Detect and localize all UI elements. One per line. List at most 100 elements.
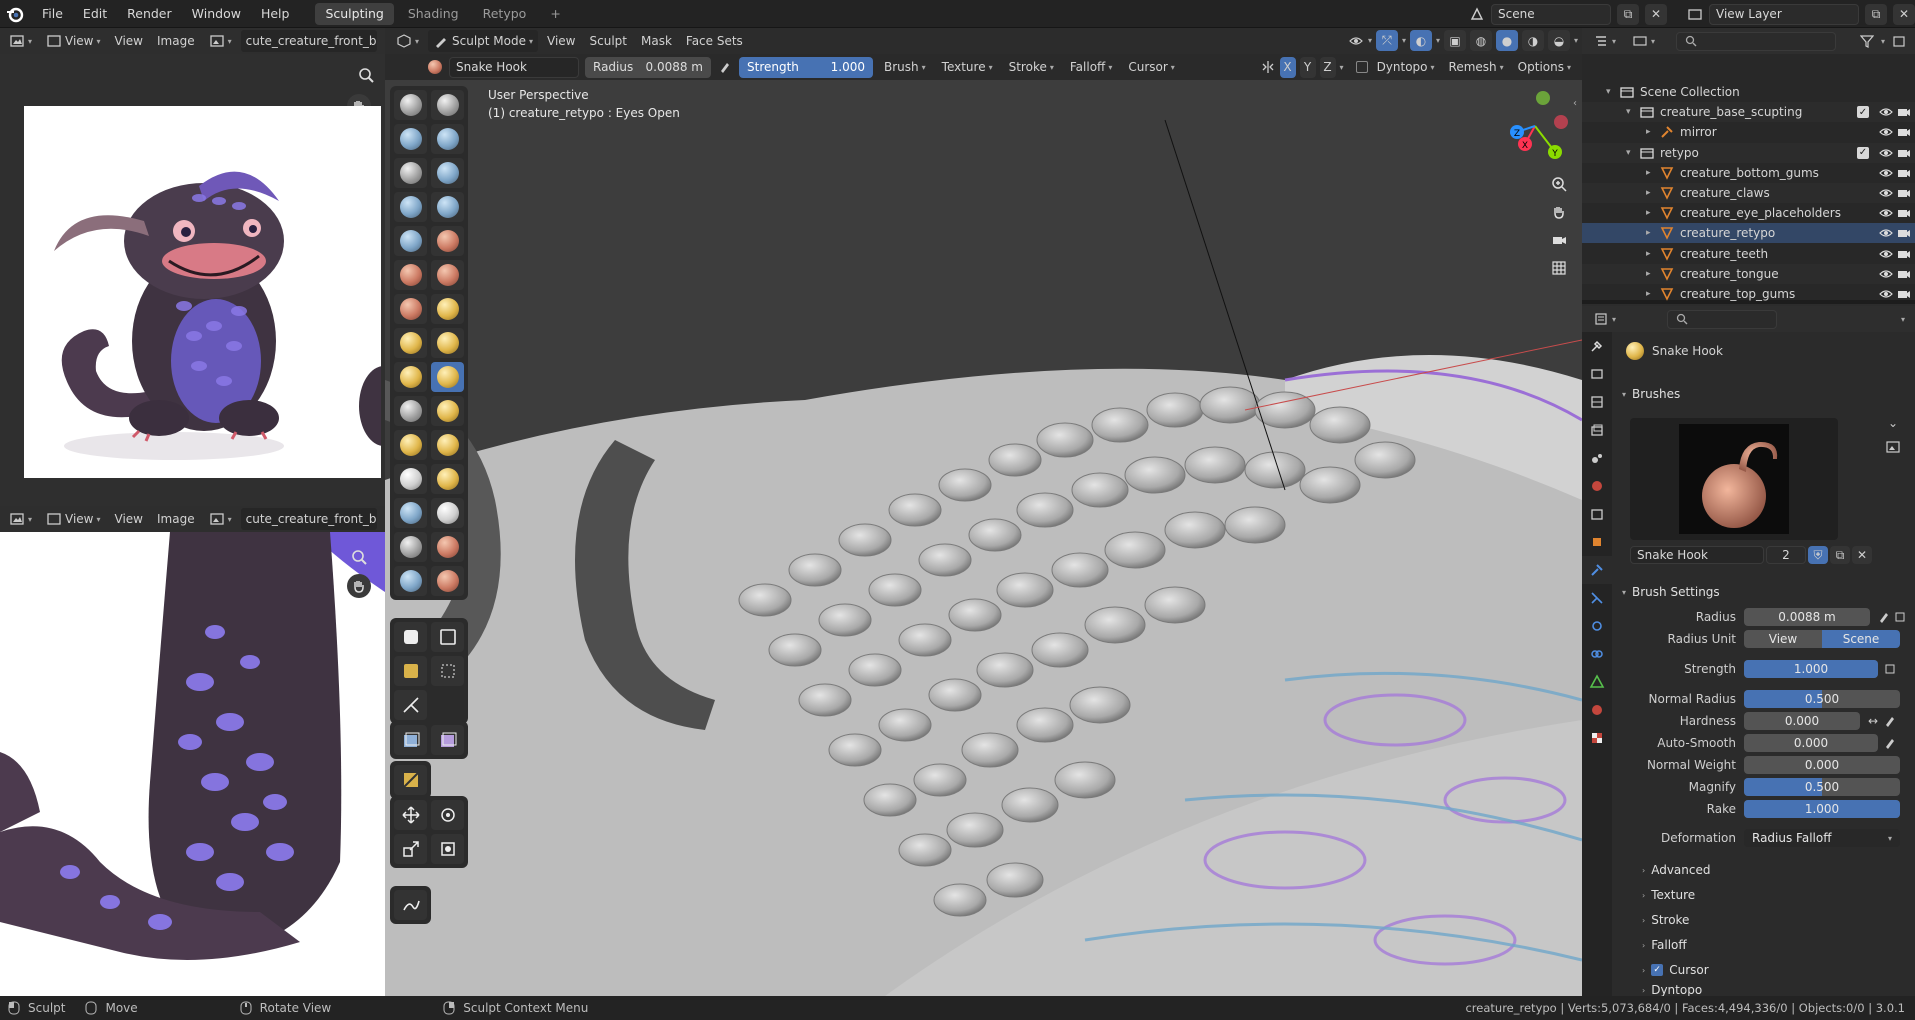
brush-name-field[interactable]: Snake Hook	[449, 56, 579, 78]
collection-tab-icon[interactable]	[1582, 500, 1612, 528]
editor-type-button-bottom[interactable]: ▾	[4, 508, 37, 530]
brush-settings-panel-header[interactable]: ▾ Brush Settings	[1622, 580, 1910, 604]
scrape-brush-tool[interactable]	[394, 294, 427, 324]
visibility-eye-icon[interactable]	[1879, 105, 1893, 119]
visibility-eye-icon[interactable]	[1879, 166, 1893, 180]
falloff-subpanel[interactable]: › Falloff	[1642, 933, 1915, 957]
material-tab-icon[interactable]	[1582, 696, 1612, 724]
expand-arrow-icon[interactable]: ▾	[1606, 87, 1611, 97]
elastic-deform-brush-tool[interactable]	[394, 362, 427, 392]
box-face-set-tool[interactable]	[394, 656, 427, 686]
properties-editor-type[interactable]: ▾	[1588, 308, 1621, 330]
rendered-shading-icon[interactable]: ◒	[1547, 30, 1570, 51]
add-workspace-button[interactable]: +	[540, 3, 570, 25]
draw-face-sets-brush-tool[interactable]	[431, 532, 464, 562]
visibility-eye-icon[interactable]	[1879, 146, 1893, 160]
visibility-eye-icon[interactable]	[1879, 226, 1893, 240]
hardness-pressure-icon[interactable]	[1882, 713, 1898, 729]
advanced-subpanel[interactable]: › Advanced	[1642, 858, 1915, 882]
physics-tab-icon[interactable]	[1582, 612, 1612, 640]
render-camera-icon[interactable]	[1897, 267, 1911, 281]
view-layer-tab-icon[interactable]	[1582, 416, 1612, 444]
outliner-row[interactable]: ▾ creature_base_scupting ✓	[1582, 102, 1915, 123]
fake-user-icon[interactable]: ⛨	[1808, 546, 1828, 564]
normal-radius-slider[interactable]: 0.500	[1744, 690, 1900, 708]
xray-toggle-icon[interactable]: ▣	[1443, 30, 1466, 51]
radius-unit-view-button[interactable]: View	[1744, 630, 1822, 648]
outliner-search-input[interactable]	[1676, 31, 1837, 51]
collection-checkbox[interactable]: ✓	[1857, 106, 1869, 119]
strength-prop-slider[interactable]: 1.000	[1744, 660, 1878, 678]
brush-list-toggle[interactable]: ⌄	[1888, 416, 1898, 430]
expand-arrow-icon[interactable]: ▾	[1626, 107, 1631, 117]
delete-scene-button[interactable]: ✕	[1645, 3, 1667, 25]
menu-sculpt[interactable]: Sculpt	[585, 30, 632, 52]
constraints-tab-icon[interactable]	[1582, 640, 1612, 668]
menu-view-3d[interactable]: View	[542, 30, 580, 52]
tab-sculpting[interactable]: Sculpting	[315, 2, 394, 25]
output-tab-icon[interactable]	[1582, 388, 1612, 416]
render-camera-icon[interactable]	[1897, 247, 1911, 261]
expand-arrow-icon[interactable]: ▸	[1646, 269, 1651, 279]
mirror-x-toggle[interactable]: X	[1279, 56, 1296, 78]
scene-icon[interactable]	[1469, 6, 1485, 22]
dyntopo-dropdown[interactable]: Dyntopo ▾	[1372, 56, 1440, 78]
box-mask-tool[interactable]	[394, 622, 427, 652]
rotate-tool[interactable]	[431, 800, 464, 830]
magnify-slider[interactable]: 0.500	[1744, 778, 1900, 796]
draw-brush-tool[interactable]	[394, 90, 427, 120]
filter-icon[interactable]	[1859, 33, 1875, 49]
expand-arrow-icon[interactable]: ▸	[1646, 228, 1651, 238]
render-camera-icon[interactable]	[1897, 186, 1911, 200]
menu-help[interactable]: Help	[251, 0, 300, 28]
brush-preview[interactable]	[1630, 418, 1838, 540]
strength-slider[interactable]: Strength 1.000	[739, 56, 873, 78]
gizmo-toggle-icon[interactable]: ⤱	[1375, 30, 1398, 51]
outliner-row[interactable]: ▸ creature_bottom_gums	[1582, 163, 1915, 183]
cursor-checkbox[interactable]: ✓	[1651, 964, 1664, 976]
outliner-row[interactable]: ▾ retypo ✓	[1582, 142, 1915, 163]
menu-image[interactable]: Image	[152, 30, 200, 52]
radius-pressure-toggle-icon[interactable]	[1876, 609, 1892, 625]
wireframe-shading-icon[interactable]: ◍	[1469, 30, 1492, 51]
multiplane-scrape-brush-tool[interactable]	[431, 294, 464, 324]
outliner-row[interactable]: ▸ creature_tongue	[1582, 263, 1915, 284]
camera-view-icon[interactable]	[1549, 230, 1569, 250]
browse-image-button-bottom[interactable]: ▾	[204, 508, 237, 530]
crease-brush-tool[interactable]	[394, 226, 427, 256]
stroke-dropdown[interactable]: Stroke ▾	[1004, 56, 1059, 78]
grab-brush-tool[interactable]	[431, 328, 464, 358]
box-hide-tool[interactable]	[431, 622, 464, 652]
sidebar-toggle-icon[interactable]: ‹	[1573, 98, 1577, 109]
rake-slider[interactable]: 1.000	[1744, 800, 1900, 818]
render-tab-icon[interactable]	[1582, 360, 1612, 388]
mode-selector[interactable]: Sculpt Mode ▾	[428, 30, 539, 52]
brush-users-count[interactable]: 2	[1766, 546, 1806, 564]
menu-edit[interactable]: Edit	[73, 0, 117, 28]
smooth-brush-tool[interactable]	[431, 226, 464, 256]
menu-render[interactable]: Render	[117, 0, 182, 28]
radius-lock-icon[interactable]	[1892, 609, 1908, 625]
outliner-display-mode[interactable]: ▾	[1627, 30, 1660, 52]
pan-hand-icon-bottom[interactable]	[347, 574, 371, 598]
navigation-gizmo[interactable]: X Y Z	[1495, 86, 1575, 166]
browse-image-button[interactable]: ▾	[204, 30, 237, 52]
cursor-dropdown[interactable]: Cursor ▾	[1123, 56, 1179, 78]
properties-search-input[interactable]	[1667, 309, 1778, 329]
delete-view-layer-button[interactable]: ✕	[1893, 3, 1915, 25]
stroke-subpanel[interactable]: › Stroke	[1642, 908, 1915, 932]
nudge-brush-tool[interactable]	[394, 430, 427, 460]
texture-subpanel[interactable]: › Texture	[1642, 883, 1915, 907]
mesh-filter-tool[interactable]	[394, 725, 427, 755]
radius-slider[interactable]: Radius 0.0088 m	[585, 56, 711, 78]
boundary-brush-tool[interactable]	[431, 464, 464, 494]
normal-weight-slider[interactable]: 0.000	[1744, 756, 1900, 774]
brush-preview-icon[interactable]	[427, 59, 443, 75]
options-dropdown[interactable]: Options ▾	[1513, 56, 1576, 78]
strength-pressure-toggle-icon[interactable]	[1882, 661, 1898, 677]
draw-sharp-brush-tool[interactable]	[431, 90, 464, 120]
clay-strips-brush-tool[interactable]	[431, 124, 464, 154]
material-shading-icon[interactable]: ◑	[1521, 30, 1544, 51]
deformation-dropdown[interactable]: Radius Falloff ▾	[1744, 829, 1900, 847]
expand-arrow-icon[interactable]: ▸	[1646, 188, 1651, 198]
